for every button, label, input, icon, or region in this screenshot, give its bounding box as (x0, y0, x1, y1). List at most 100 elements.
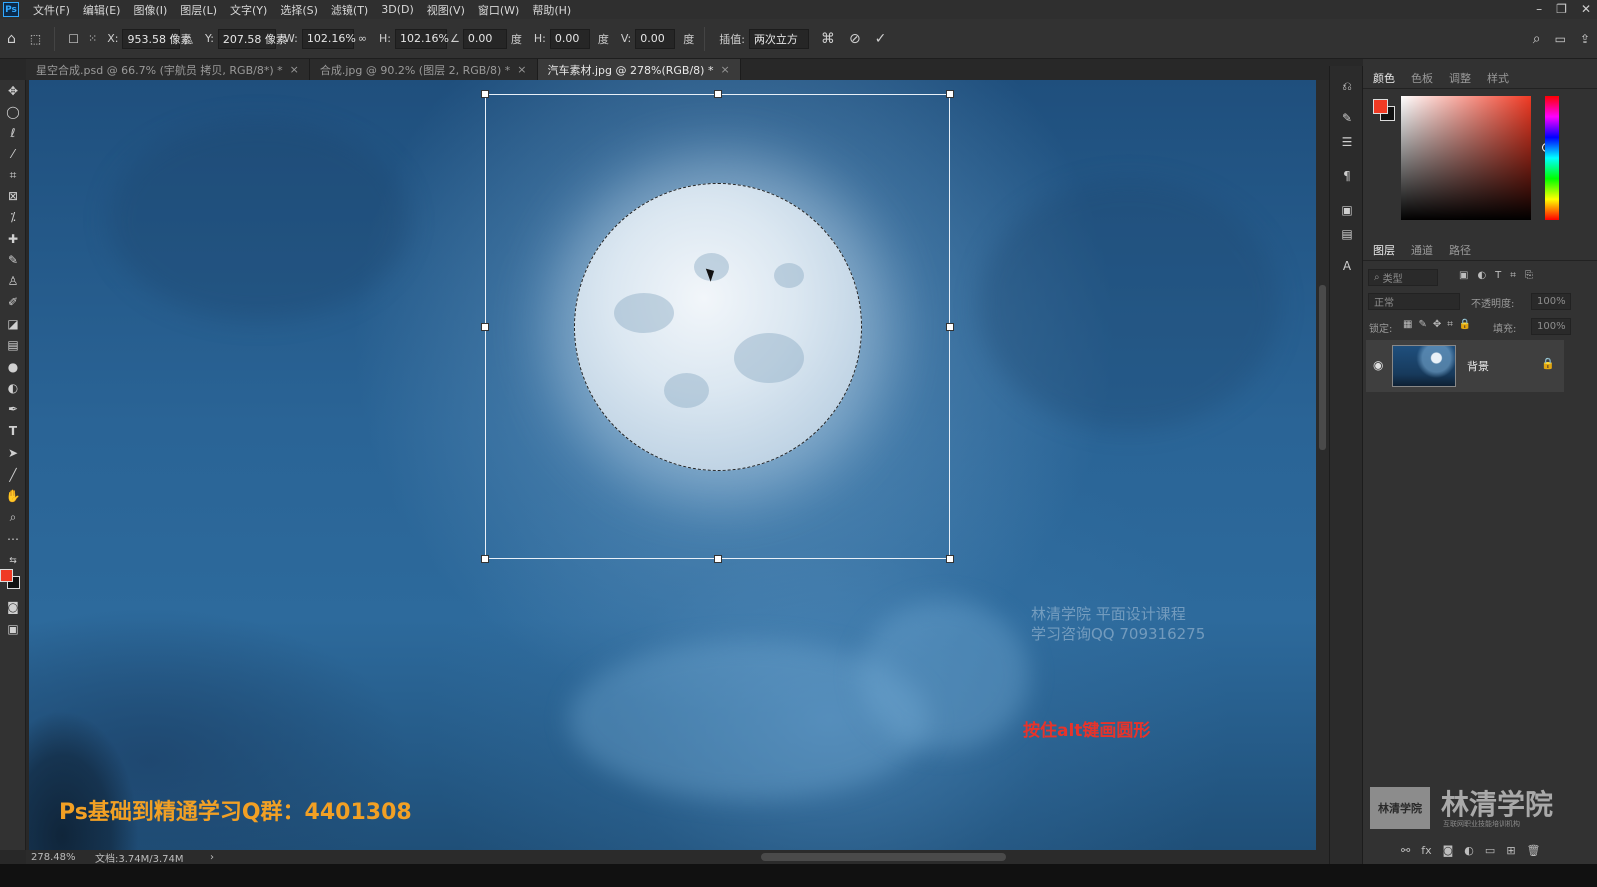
libraries-icon[interactable]: ▣ (1338, 202, 1356, 218)
brush-settings-icon[interactable]: ✎ (1338, 110, 1356, 126)
v-skew-field[interactable]: 0.00 (635, 28, 676, 49)
tab-paths[interactable]: 路径 (1449, 242, 1471, 258)
adjustment-layer-icon[interactable]: ◐ (1464, 844, 1474, 857)
lasso-icon[interactable]: ℓ (3, 124, 23, 142)
cancel-transform-icon[interactable]: ⊘ (849, 31, 861, 47)
home-icon[interactable]: ⌂ (7, 31, 16, 47)
healing-brush-icon[interactable]: ✚ (3, 230, 23, 248)
warp-mode-icon[interactable]: ⌘ (821, 31, 835, 47)
close-icon[interactable]: × (517, 63, 526, 76)
height-scale-field[interactable]: 102.16% (395, 28, 449, 49)
lock-options-icons[interactable]: ▦✎✥⌗🔒 (1403, 319, 1477, 330)
new-layer-icon[interactable]: ⊞ (1506, 844, 1515, 857)
history-icon[interactable]: ⎌ (1338, 78, 1356, 94)
opacity-field[interactable]: 100% (1531, 293, 1571, 310)
menu-window[interactable]: 窗口(W) (478, 2, 519, 18)
clone-stamp-icon[interactable]: ♙ (3, 272, 23, 290)
tab-color[interactable]: 颜色 (1373, 70, 1395, 86)
fill-field[interactable]: 100% (1531, 318, 1571, 335)
vertical-scrollbar[interactable] (1316, 80, 1329, 850)
tab-swatches[interactable]: 色板 (1411, 70, 1433, 86)
reference-point-checkbox[interactable]: ☐ (68, 32, 79, 46)
layer-filter-select[interactable]: ⌕ 类型 (1368, 269, 1438, 286)
share-icon[interactable]: ⇪ (1580, 32, 1590, 46)
close-icon[interactable]: × (290, 63, 299, 76)
scrollbar-thumb[interactable] (1319, 285, 1326, 450)
zoom-icon[interactable]: ⌕ (3, 508, 23, 526)
transform-tool-icon[interactable]: ⬚ (30, 32, 41, 46)
history-brush-icon[interactable]: ✐ (3, 293, 23, 311)
hand-icon[interactable]: ✋ (3, 487, 23, 505)
color-picker-field[interactable] (1401, 96, 1551, 220)
foreground-color-swatch[interactable] (0, 569, 13, 582)
tab-channels[interactable]: 通道 (1411, 242, 1433, 258)
tab-adjustments[interactable]: 调整 (1449, 70, 1471, 86)
restore-button[interactable]: ❐ (1556, 2, 1567, 16)
elliptical-marquee-icon[interactable]: ◯ (3, 103, 23, 121)
layer-row[interactable]: ◉ 背景 🔒 (1366, 340, 1564, 392)
add-mask-icon[interactable]: ◙ (1443, 844, 1454, 857)
width-scale-field[interactable]: 102.16% (301, 28, 356, 49)
more-tools-icon[interactable]: ⋯ (3, 530, 23, 548)
new-group-icon[interactable]: ▭ (1485, 844, 1495, 857)
path-selection-icon[interactable]: ➤ (3, 444, 23, 462)
crop-icon[interactable]: ⌗ (3, 166, 23, 184)
workspace-icon[interactable]: ▭ (1555, 32, 1566, 46)
menu-type[interactable]: 文字(Y) (230, 2, 267, 18)
x-position-field[interactable]: 953.58 像素 (122, 28, 191, 49)
menu-layer[interactable]: 图层(L) (180, 2, 217, 18)
magic-wand-icon[interactable]: ⁄ (3, 145, 23, 163)
eye-icon[interactable]: ◉ (1373, 358, 1383, 372)
reference-point-grid-icon[interactable]: ⁙ (88, 32, 97, 45)
swap-colors-icon[interactable]: ⇆ (3, 552, 23, 570)
h-skew-field[interactable]: 0.00 (549, 28, 590, 49)
transform-handle-top-left[interactable] (481, 90, 489, 98)
link-icon[interactable]: ∞ (358, 32, 367, 45)
line-tool-icon[interactable]: ╱ (3, 466, 23, 484)
commit-transform-icon[interactable]: ✓ (875, 31, 887, 47)
screen-mode-icon[interactable]: ▣ (3, 620, 23, 638)
transform-handle-bottom-left[interactable] (481, 555, 489, 563)
menu-help[interactable]: 帮助(H) (532, 2, 571, 18)
tab-composite-jpg[interactable]: 合成.jpg @ 90.2% (图层 2, RGB/8) * × (309, 59, 538, 80)
notes-icon[interactable]: ▤ (1338, 226, 1356, 242)
search-icon[interactable]: ⌕ (1533, 31, 1541, 47)
menu-file[interactable]: 文件(F) (33, 2, 70, 18)
zoom-level[interactable]: 278.48% (31, 852, 91, 863)
tab-car-material-jpg[interactable]: 汽车素材.jpg @ 278%(RGB/8) * × (537, 59, 741, 80)
pen-icon[interactable]: ✒ (3, 400, 23, 418)
eraser-icon[interactable]: ◪ (3, 315, 23, 333)
status-menu-arrow[interactable]: › (210, 852, 214, 863)
transform-handle-top[interactable] (714, 90, 722, 98)
transform-handle-bottom[interactable] (714, 555, 722, 563)
fx-icon[interactable]: fx (1421, 844, 1431, 857)
menu-view[interactable]: 视图(V) (427, 2, 465, 18)
move-tool-icon[interactable]: ✥ (3, 82, 23, 100)
transform-handle-right[interactable] (946, 323, 954, 331)
close-icon[interactable]: × (720, 63, 729, 76)
tab-layers[interactable]: 图层 (1373, 242, 1395, 258)
blur-icon[interactable]: ● (3, 358, 23, 376)
dodge-icon[interactable]: ◐ (3, 379, 23, 397)
minimize-button[interactable]: – (1536, 2, 1542, 16)
blend-mode-select[interactable]: 正常 (1368, 293, 1460, 310)
horizontal-scrollbar-thumb[interactable] (761, 853, 1006, 861)
transform-handle-left[interactable] (481, 323, 489, 331)
foreground-color-chip[interactable] (1373, 99, 1388, 114)
interpolation-select[interactable]: 两次立方 (748, 28, 809, 49)
transform-bounding-box[interactable] (481, 90, 954, 563)
trash-icon[interactable]: 🗑 (1527, 844, 1541, 857)
transform-handle-bottom-right[interactable] (946, 555, 954, 563)
tab-styles[interactable]: 样式 (1487, 70, 1509, 86)
relative-position-icon[interactable]: △ (184, 32, 192, 45)
gradient-icon[interactable]: ▤ (3, 336, 23, 354)
layer-filter-icons[interactable]: ▣◐T⌗⎘ (1459, 270, 1542, 281)
character-icon[interactable]: A (1338, 258, 1356, 274)
hue-slider[interactable] (1545, 96, 1559, 220)
tab-starry-psd[interactable]: 星空合成.psd @ 66.7% (宇航员 拷贝, RGB/8*) * × (26, 59, 310, 80)
properties-icon[interactable]: ☰ (1338, 134, 1356, 150)
document-canvas[interactable]: 林清学院 平面设计课程 学习咨询QQ 709316275 按住alt键画圆形 P… (29, 80, 1316, 850)
quick-mask-icon[interactable]: ◙ (3, 598, 23, 616)
menu-edit[interactable]: 编辑(E) (83, 2, 121, 18)
link-layers-icon[interactable]: ⚯ (1401, 844, 1410, 857)
